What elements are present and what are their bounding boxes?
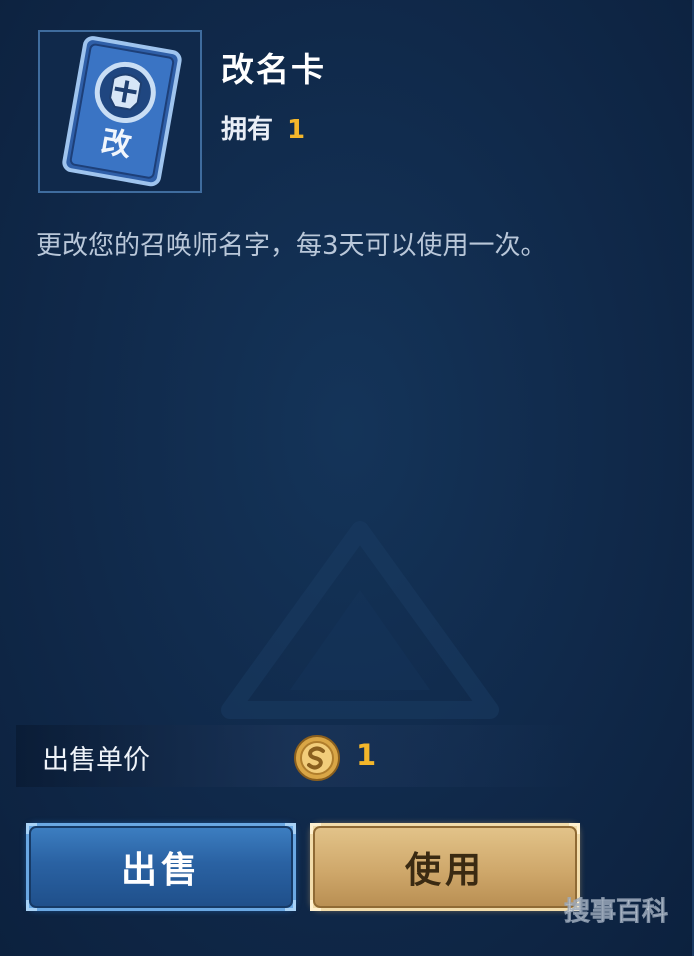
owned-count: 1 bbox=[287, 115, 306, 145]
corner-ornament bbox=[26, 823, 37, 834]
corner-ornament bbox=[285, 823, 296, 834]
sell-price-value: 1 bbox=[356, 738, 377, 772]
owned-label: 拥有 bbox=[221, 115, 274, 145]
helmet-card-icon: 改 bbox=[62, 36, 182, 187]
corner-ornament bbox=[569, 823, 580, 834]
corner-ornament bbox=[310, 823, 321, 834]
corner-ornament bbox=[285, 900, 296, 911]
item-name: 改名卡 bbox=[221, 50, 326, 89]
sell-button[interactable]: 出售 bbox=[26, 823, 296, 911]
background-emblem bbox=[221, 521, 499, 719]
silver-coin-icon bbox=[294, 735, 340, 781]
use-button-label: 使用 bbox=[404, 850, 485, 891]
card-glyph: 改 bbox=[98, 124, 134, 164]
watermark-logo: 搜事百科 bbox=[564, 897, 669, 928]
owned-row: 拥有 1 bbox=[221, 109, 305, 146]
corner-ornament bbox=[26, 900, 37, 911]
item-icon-frame: 改 bbox=[38, 30, 202, 193]
item-detail-panel: 改 改名卡 拥有 1 更改您的召唤师名字，每3天可以使用一次。 出售单价 1 出… bbox=[0, 0, 694, 956]
use-button[interactable]: 使用 bbox=[310, 823, 580, 911]
sell-price-label: 出售单价 bbox=[42, 745, 150, 776]
corner-ornament bbox=[310, 900, 321, 911]
item-description: 更改您的召唤师名字，每3天可以使用一次。 bbox=[36, 231, 547, 261]
sell-button-label: 出售 bbox=[120, 850, 201, 891]
watermark-text: 搜事百科 bbox=[564, 897, 668, 927]
